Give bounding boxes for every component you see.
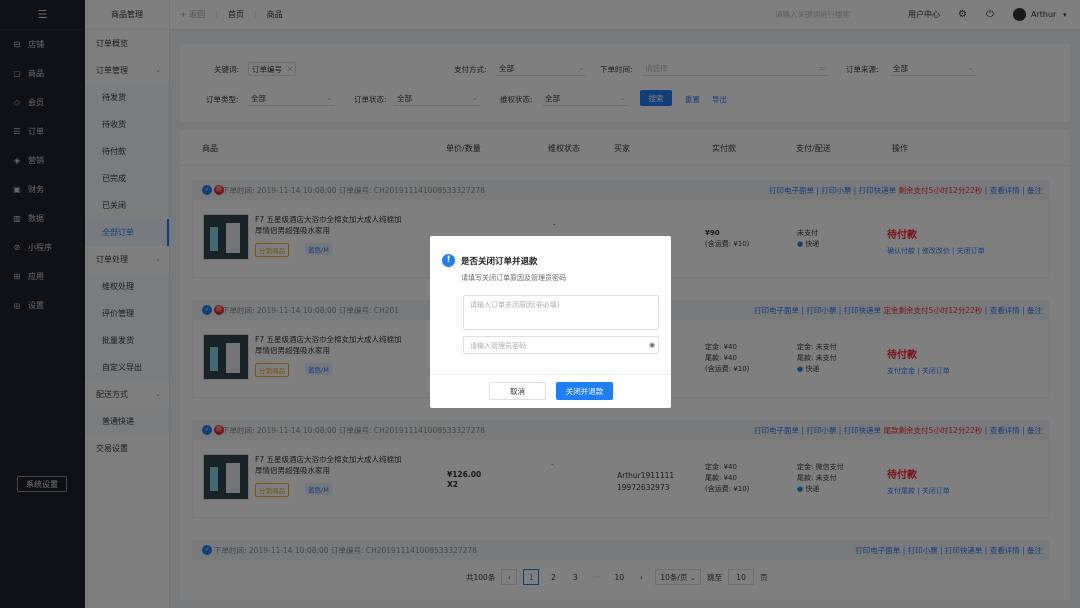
dialog-title: 是否关闭订单并退款 [461, 257, 538, 267]
eye-icon[interactable]: ◉ [649, 341, 655, 349]
dialog-subtitle: 请填写关闭订单原因及管理员密码 [461, 274, 566, 282]
close-and-refund-button[interactable]: 关闭并退款 [556, 382, 613, 400]
dialog-footer-divider [430, 374, 671, 375]
info-icon: ! [442, 254, 455, 267]
admin-password-field[interactable]: 请输入管理员密码 [463, 336, 659, 354]
close-refund-dialog: ! 是否关闭订单并退款 请填写关闭订单原因及管理员密码 请输入订单关闭原因(非必… [430, 236, 671, 408]
cancel-button[interactable]: 取消 [489, 382, 546, 400]
close-reason-textarea[interactable]: 请输入订单关闭原因(非必填) [463, 295, 659, 330]
